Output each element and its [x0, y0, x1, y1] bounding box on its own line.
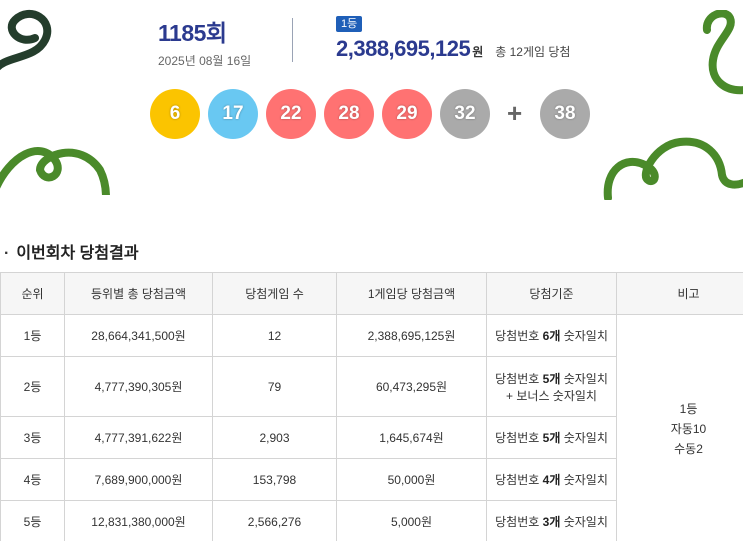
header-total: 등위별 총 당첨금액	[64, 272, 213, 315]
decor-swirl-right-bottom	[603, 137, 743, 200]
cell-criteria: 당첨번호 4개 숫자일치	[486, 458, 617, 501]
cell-games: 2,566,276	[212, 500, 337, 541]
round-suffix: 회	[205, 20, 227, 46]
number-ball: 6	[150, 89, 200, 139]
cell-per-game: 50,000원	[336, 458, 487, 501]
number-ball: 29	[382, 89, 432, 139]
round-number-heading: 1185회	[158, 14, 251, 48]
note-line: 자동10	[670, 421, 707, 436]
section-bullet: ·	[4, 245, 10, 262]
cell-criteria: 당첨번호 5개 숫자일치	[486, 416, 617, 459]
section-title: · 이번회차 당첨결과	[4, 239, 139, 263]
cell-criteria: 당첨번호 6개 숫자일치	[486, 314, 617, 357]
header-per-game: 1게임당 당첨금액	[336, 272, 487, 315]
number-ball: 17	[208, 89, 258, 139]
decor-swirl-left-bottom	[0, 147, 110, 195]
table-row: 1등 28,664,341,500원 12 2,388,695,125원 당첨번…	[0, 314, 743, 541]
cell-per-game: 1,645,674원	[336, 416, 487, 459]
decor-swirl-right-top	[702, 10, 743, 95]
round-info: 1185회 2025년 08월 16일	[158, 14, 251, 69]
cell-criteria: 당첨번호 5개 숫자일치 + 보너스 숫자일치	[486, 356, 617, 417]
cell-rank: 1등	[0, 314, 65, 357]
section-title-text: 이번회차 당첨결과	[16, 245, 139, 262]
cell-rank: 2등	[0, 356, 65, 417]
cell-games: 2,903	[212, 416, 337, 459]
prize-unit: 원	[472, 45, 484, 59]
cell-total: 28,664,341,500원	[64, 314, 213, 357]
round-number: 1185	[158, 20, 206, 46]
cell-total: 7,689,900,000원	[64, 458, 213, 501]
cell-games: 79	[212, 356, 337, 417]
draw-date: 2025년 08월 16일	[158, 54, 252, 68]
cell-games: 153,798	[212, 458, 337, 501]
cell-per-game: 60,473,295원	[336, 356, 487, 417]
header-note: 비고	[616, 272, 743, 315]
decor-swirl-left-top	[0, 10, 52, 71]
rank-badge: 1등	[336, 16, 363, 32]
cell-rank: 5등	[0, 500, 65, 541]
number-ball: 32	[440, 89, 490, 139]
table-header-row: 순위 등위별 총 당첨금액 당첨게임 수 1게임당 당첨금액 당첨기준 비고	[0, 272, 743, 315]
note-line: 1등	[679, 401, 698, 416]
cell-note: 1등 자동10 수동2	[616, 314, 743, 541]
number-ball: 22	[266, 89, 316, 139]
cell-rank: 4등	[0, 458, 65, 501]
cell-criteria: 당첨번호 3개 숫자일치	[486, 500, 617, 541]
cell-total: 4,777,391,622원	[64, 416, 213, 459]
first-prize-summary: 1등 2,388,695,125 원 총 12게임 당첨	[336, 14, 570, 62]
cell-rank: 3등	[0, 416, 65, 459]
number-ball: 28	[324, 89, 374, 139]
cell-per-game: 2,388,695,125원	[336, 314, 487, 357]
winners-count: 총 12게임 당첨	[495, 45, 571, 59]
cell-total: 12,831,380,000원	[64, 500, 213, 541]
header-criteria: 당첨기준	[486, 272, 617, 315]
note-line: 수동2	[674, 441, 703, 456]
results-table: 순위 등위별 총 당첨금액 당첨게임 수 1게임당 당첨금액 당첨기준 비고 1…	[0, 272, 743, 541]
cell-per-game: 5,000원	[336, 500, 487, 541]
first-prize-amount: 2,388,695,125	[336, 36, 471, 61]
plus-sign: +	[507, 98, 523, 128]
header-games: 당첨게임 수	[212, 272, 337, 315]
bonus-ball: 38	[540, 89, 590, 139]
prize-line: 2,388,695,125 원 총 12게임 당첨	[336, 36, 570, 62]
cell-total: 4,777,390,305원	[64, 356, 213, 417]
header-rank: 순위	[0, 272, 65, 315]
header-divider	[292, 18, 293, 62]
cell-games: 12	[212, 314, 337, 357]
